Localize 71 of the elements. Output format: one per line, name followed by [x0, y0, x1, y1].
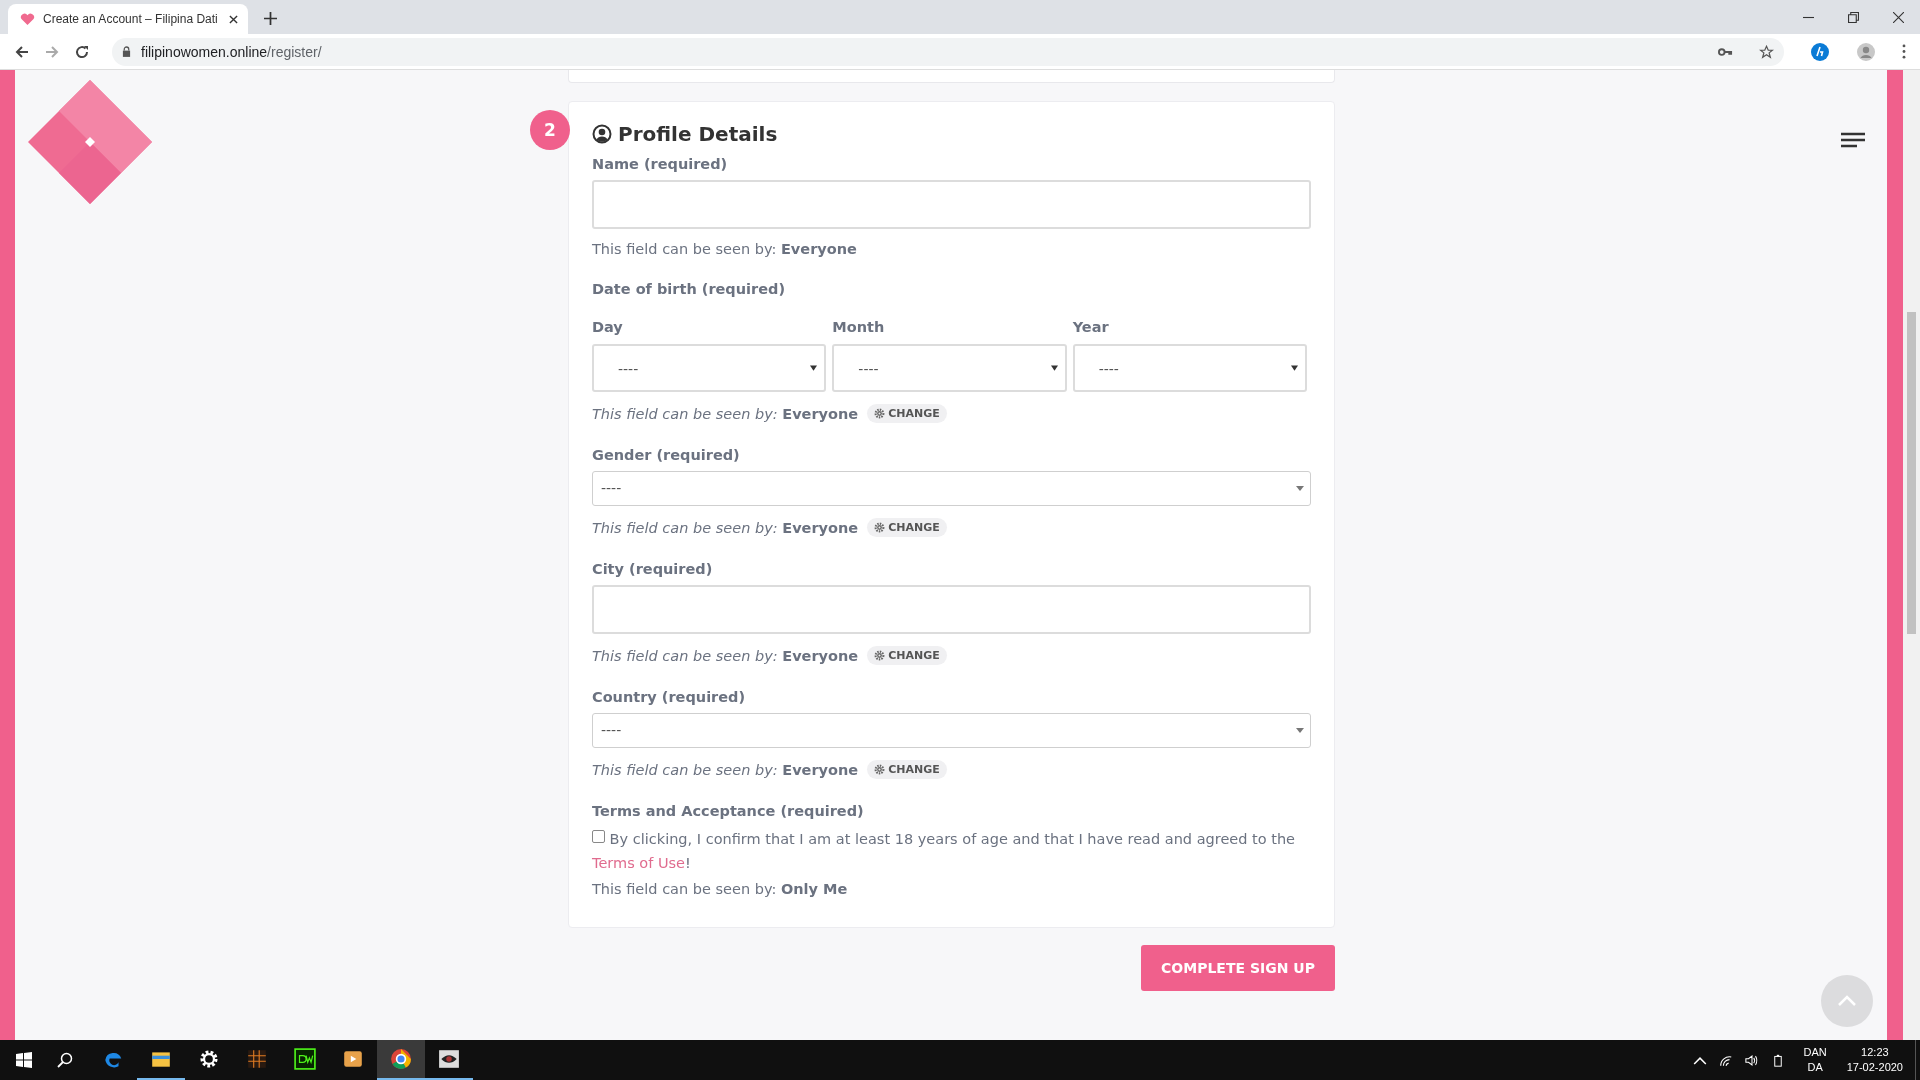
- back-icon[interactable]: [14, 43, 30, 60]
- dropdown[interactable]: ----: [592, 471, 1311, 506]
- field-label: Name (required): [592, 156, 729, 172]
- text-field[interactable]: [592, 585, 1311, 634]
- wifi-icon[interactable]: [1719, 1053, 1734, 1067]
- dropdown[interactable]: ----: [592, 713, 1311, 748]
- editor-icon: [294, 1048, 316, 1070]
- taskbar-app[interactable]: [377, 1040, 425, 1080]
- change-button[interactable]: CHANGE: [867, 646, 947, 665]
- lock-icon: [122, 46, 131, 57]
- extension-icon[interactable]: [1810, 41, 1830, 62]
- clock[interactable]: 12:23 17-02-2020: [1846, 1045, 1903, 1075]
- speaker-icon[interactable]: [1745, 1053, 1760, 1067]
- eye-icon: [438, 1048, 460, 1070]
- change-button[interactable]: CHANGE: [867, 518, 947, 537]
- browser-tab[interactable]: Create an Account – Filipina Dati: [8, 4, 248, 34]
- field-label: Date of birth (required): [592, 281, 787, 297]
- scrollbar[interactable]: [1903, 70, 1920, 1040]
- play-icon: [342, 1048, 364, 1070]
- visibility-text: This field can be seen by: Everyone: [592, 241, 857, 257]
- field-label: Terms and Acceptance (required): [592, 803, 865, 819]
- terms-text: By clicking, I confirm that I am at least 18 years of age and that I have read and agreed to the Terms of Use!: [592, 829, 1296, 873]
- user-icon: [592, 124, 612, 144]
- language-indicator[interactable]: DAN DA: [1803, 1045, 1827, 1075]
- caret-icon: [1291, 365, 1298, 371]
- text-field[interactable]: [592, 180, 1311, 229]
- caret-icon: [1296, 486, 1304, 491]
- field-label: Day: [592, 319, 624, 335]
- section-title: Profile Details: [618, 122, 778, 146]
- step-number: 2: [530, 110, 570, 150]
- visibility-text: This field can be seen by: Everyone: [592, 761, 859, 778]
- tab-title: Create an Account – Filipina Dati: [43, 12, 219, 26]
- field-label: City (required): [592, 561, 714, 577]
- menu-dots-icon[interactable]: [1902, 44, 1906, 59]
- change-button[interactable]: CHANGE: [867, 760, 947, 779]
- dropdown[interactable]: ----: [592, 344, 827, 392]
- change-button[interactable]: CHANGE: [867, 404, 947, 423]
- close-icon[interactable]: [1893, 11, 1904, 23]
- profile-icon[interactable]: [1856, 41, 1876, 62]
- dropdown[interactable]: ----: [832, 344, 1067, 392]
- visibility-text: This field can be seen by: Everyone: [592, 519, 859, 536]
- address-bar[interactable]: filipinowomen.online/register/: [112, 37, 1784, 66]
- gear-icon: [874, 408, 886, 419]
- restore-icon[interactable]: [1848, 11, 1859, 23]
- visibility-text: This field can be seen by: Everyone: [592, 405, 859, 422]
- caret-icon: [1050, 365, 1058, 371]
- visibility-text: This field can be seen by: Everyone: [592, 647, 859, 664]
- chevron-up-icon: [1837, 995, 1857, 1007]
- close-icon[interactable]: [229, 14, 238, 24]
- checkbox[interactable]: [592, 830, 605, 843]
- gear-icon: [874, 522, 886, 533]
- field-label: Country (required): [592, 689, 747, 705]
- field-label: Gender (required): [592, 447, 741, 463]
- url-text: filipinowomen.online/register/: [141, 43, 323, 60]
- visibility-text: This field can be seen by: Only Me: [592, 881, 848, 897]
- star-icon[interactable]: [1759, 44, 1774, 59]
- heart-icon: [20, 12, 35, 26]
- browser-icon: [390, 1048, 412, 1070]
- diamond-logo[interactable]: [28, 80, 152, 204]
- plus-icon[interactable]: [264, 12, 277, 25]
- reload-icon[interactable]: [74, 43, 90, 60]
- gear-icon: [198, 1048, 220, 1070]
- gear-icon: [874, 650, 886, 661]
- menu-icon[interactable]: [1841, 132, 1865, 148]
- grid-icon: [246, 1048, 268, 1070]
- caret-icon: [1296, 728, 1304, 733]
- dropdown[interactable]: ----: [1072, 344, 1307, 392]
- field-label: Month: [832, 319, 886, 335]
- field-label: Year: [1072, 319, 1110, 335]
- gear-icon: [874, 764, 886, 775]
- caret-icon: [810, 365, 818, 371]
